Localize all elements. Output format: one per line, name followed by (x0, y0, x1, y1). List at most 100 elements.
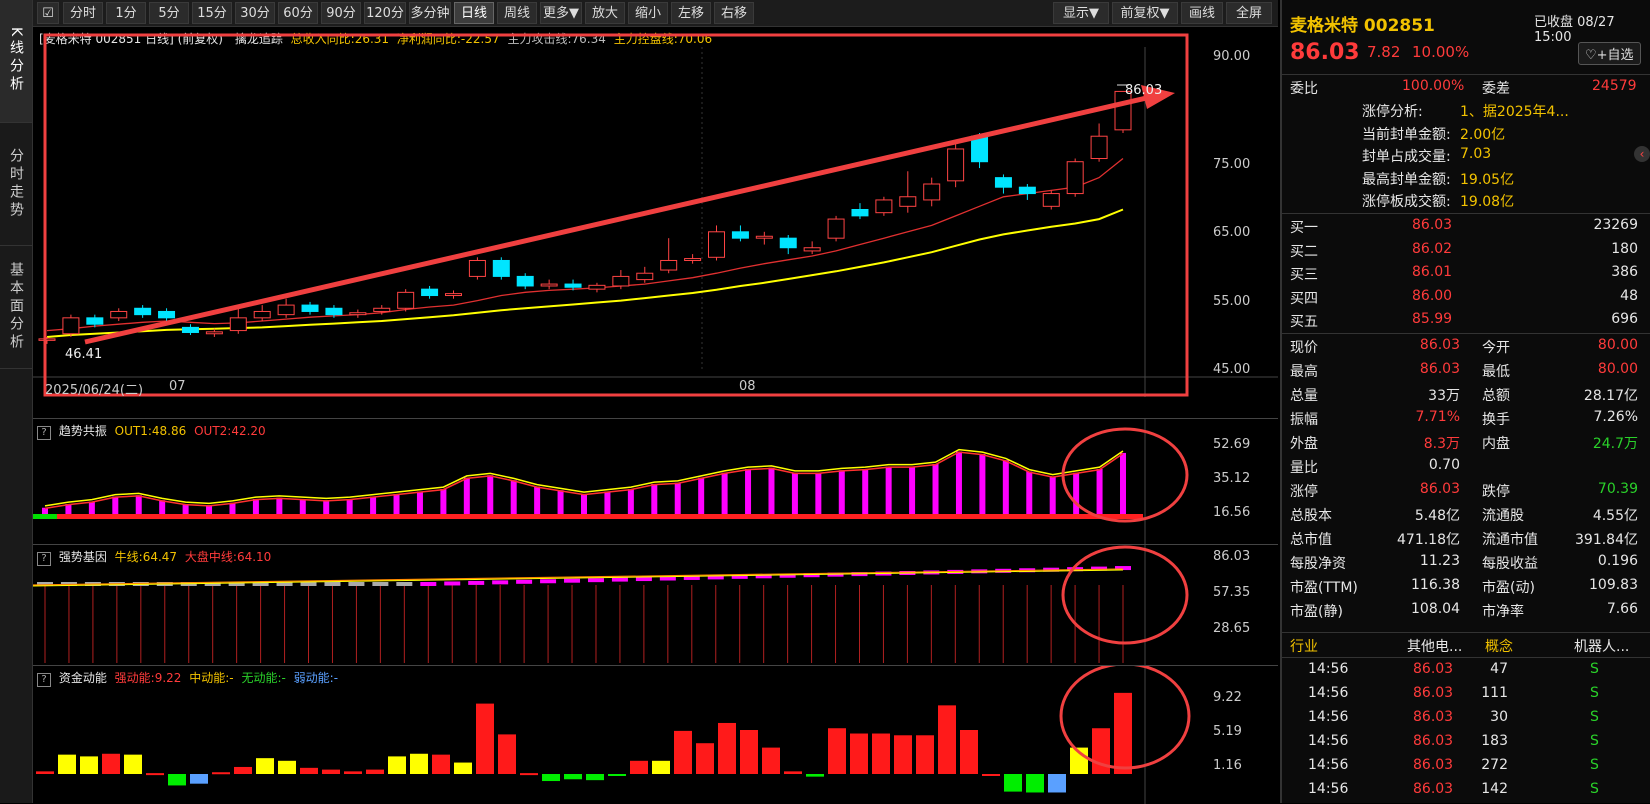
momentum-bar (58, 754, 76, 774)
bid-row: 买四 86.00 48 (1282, 285, 1650, 308)
add-favorite-button[interactable]: ♡+自选 (1578, 42, 1641, 65)
stat-value: 80.00 (1597, 337, 1638, 353)
btn-move-left[interactable]: 左移 (671, 2, 711, 24)
panel-capital-momentum[interactable]: ? 资金动能 强动能:9.22 中动能:- 无动能:- 弱动能:- 9.22 5… (33, 665, 1278, 804)
resonance-bar (698, 477, 705, 514)
btn-90min[interactable]: 90分 (321, 2, 361, 24)
stat-value: 7.66 (1606, 601, 1638, 617)
bull-line (33, 569, 1124, 587)
resonance-bar (557, 490, 564, 514)
btn-display[interactable]: 显示▼ (1053, 2, 1109, 24)
gene-block (324, 582, 341, 586)
gene-block (492, 580, 509, 585)
momentum-bar (410, 753, 428, 774)
stat-key: 外盘 (1290, 436, 1318, 452)
resonance-bar (1049, 476, 1056, 514)
y-tick: 75.00 (1213, 157, 1251, 172)
momentum-bar (168, 774, 186, 786)
resonance-bar (909, 466, 916, 514)
momentum-bar (80, 756, 98, 774)
btn-120min[interactable]: 120分 (364, 2, 406, 24)
tick-price: 86.03 (1413, 661, 1454, 677)
resonance-bar (791, 472, 798, 514)
btn-15min[interactable]: 15分 (192, 2, 232, 24)
btn-60min[interactable]: 60分 (278, 2, 318, 24)
bid-price: 86.03 (1412, 217, 1453, 233)
resonance-bar (745, 469, 752, 514)
stat-value: 11.23 (1419, 553, 1460, 569)
btn-fenshi[interactable]: 分时 (63, 2, 103, 24)
panel-trend-resonance[interactable]: ? 趋势共振 OUT1:48.86 OUT2:42.20 52.69 35.12… (33, 418, 1278, 544)
momentum-bar (388, 756, 406, 774)
btn-more[interactable]: 更多▼ (540, 2, 582, 24)
candle-body (349, 312, 367, 316)
tick-direction: S (1590, 709, 1599, 725)
baseline-band (33, 514, 1143, 519)
bid-volume: 180 (1611, 240, 1638, 257)
stat-key: 市盈(TTM) (1290, 580, 1358, 596)
tick-price: 86.03 (1413, 685, 1454, 701)
momentum-bar (256, 758, 274, 774)
weibi-label: 委比 (1290, 81, 1318, 97)
resonance-bar (1073, 472, 1080, 514)
momentum-bar (696, 743, 714, 774)
btn-fullscreen[interactable]: 全屏 (1226, 2, 1272, 24)
y-tick: 57.35 (1213, 585, 1251, 600)
resonance-bar (955, 451, 962, 514)
tab-fundamentals[interactable]: 基本面分析 (0, 246, 32, 369)
resonance-bar (815, 472, 822, 514)
momentum-bar (36, 771, 54, 774)
candle-body (755, 235, 773, 239)
momentum-bar (806, 774, 824, 777)
candle-body (684, 258, 702, 261)
gene-block (587, 578, 604, 583)
p3-chart-svg (36, 666, 1191, 804)
high-price-label: 86.03 (1125, 83, 1163, 98)
candle-body (277, 304, 295, 316)
btn-30min[interactable]: 30分 (235, 2, 275, 24)
checkbox-icon[interactable]: ☑ (37, 2, 59, 24)
momentum-bar (278, 760, 296, 774)
btn-5min[interactable]: 5分 (149, 2, 189, 24)
tab-kline-analysis[interactable]: K线分析 (0, 0, 32, 123)
y-tick: 35.12 (1213, 471, 1251, 486)
weicha-value: 24579 (1592, 78, 1637, 94)
weibi-row: 委比 100.00% 委差 24579 (1282, 75, 1650, 98)
y-tick: 52.69 (1213, 437, 1251, 452)
candle-body (827, 218, 845, 239)
btn-1min[interactable]: 1分 (106, 2, 146, 24)
stat-value: 391.84亿 (1575, 532, 1638, 548)
tick-time: 14:56 (1308, 733, 1349, 749)
btn-zoom-in[interactable]: 放大 (585, 2, 625, 24)
resonance-bar (721, 472, 728, 514)
industry-value[interactable]: 其他电... (1407, 636, 1462, 656)
resonance-bar (463, 477, 470, 514)
candle-body (134, 307, 152, 316)
p2-chart-svg (33, 545, 1189, 665)
y-tick: 1.16 (1213, 758, 1242, 773)
resonance-bar (323, 500, 330, 514)
btn-zoom-out[interactable]: 缩小 (628, 2, 668, 24)
btn-weekly[interactable]: 周线 (497, 2, 537, 24)
concept-value[interactable]: 机器人... (1574, 636, 1629, 656)
candle-body (444, 293, 462, 297)
main-kline-panel[interactable]: [麦格米特 002851 日线] (前复权) 擒龙追踪 总收入同比:26.31 … (33, 27, 1278, 417)
panel-strong-gene[interactable]: ? 强势基因 牛线:64.47 大盘中线:64.10 86.03 57.35 2… (33, 544, 1278, 665)
btn-daily[interactable]: 日线 (454, 2, 494, 24)
limit-row: 涨停分析: 1、据2025年4... (1282, 98, 1650, 121)
tick-direction: S (1590, 757, 1599, 773)
bid-volume: 386 (1611, 264, 1638, 280)
stat-key: 涨停 (1290, 484, 1318, 500)
candle-body (110, 310, 128, 319)
candle-body (923, 183, 941, 201)
gene-block (348, 582, 365, 586)
btn-adjust[interactable]: 前复权▼ (1112, 2, 1178, 24)
collapse-left-icon[interactable]: ‹ (1634, 146, 1650, 162)
momentum-bar (366, 769, 384, 774)
btn-move-right[interactable]: 右移 (714, 2, 754, 24)
tab-intraday[interactable]: 分时走势 (0, 123, 32, 246)
btn-multi-min[interactable]: 多分钟 (409, 2, 451, 24)
btn-draw[interactable]: 画线 (1181, 2, 1223, 24)
stat-value: 0.196 (1597, 553, 1638, 569)
stat-key: 市盈(动) (1482, 580, 1535, 596)
